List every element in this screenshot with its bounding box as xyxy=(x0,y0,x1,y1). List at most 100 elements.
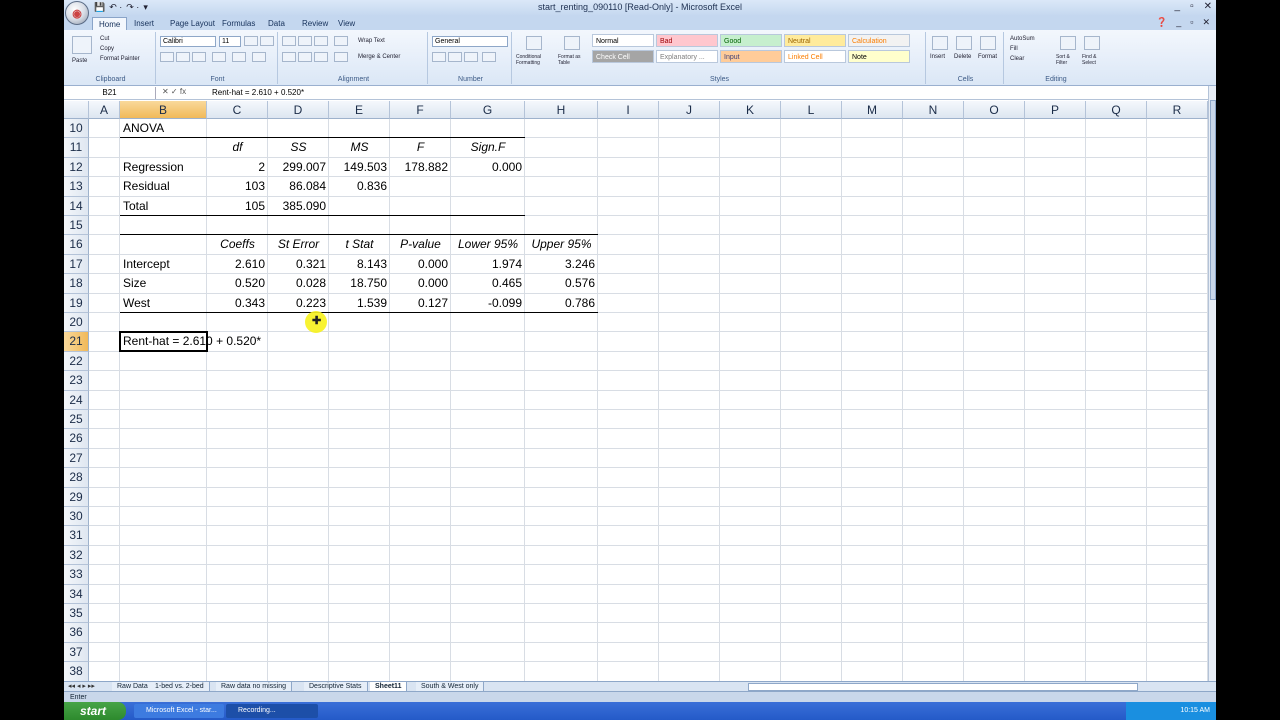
style-neutral[interactable]: Neutral xyxy=(784,34,846,47)
borders-icon[interactable] xyxy=(212,52,226,62)
cell-c18[interactable]: 0.520 xyxy=(207,274,268,293)
delete-cells-icon[interactable] xyxy=(956,36,972,50)
column-header-e[interactable]: E xyxy=(329,101,390,119)
row-header-28[interactable]: 28 xyxy=(64,468,89,488)
align-center-icon[interactable] xyxy=(298,52,312,62)
style-note[interactable]: Note xyxy=(848,50,910,63)
font-name-select[interactable]: Calibri xyxy=(160,36,216,47)
cell-g16[interactable]: Lower 95% xyxy=(451,235,525,254)
row-header-17[interactable]: 17 xyxy=(64,254,89,275)
row-header-18[interactable]: 18 xyxy=(64,274,89,294)
cell-h16[interactable]: Upper 95% xyxy=(525,235,598,254)
comma-icon[interactable] xyxy=(464,52,478,62)
row-header-26[interactable]: 26 xyxy=(64,429,89,449)
cell-e11[interactable]: MS xyxy=(329,138,390,157)
column-header-b[interactable]: B xyxy=(120,101,207,119)
restore-workbook-icon[interactable]: ▫ xyxy=(1190,17,1193,28)
minimize-icon[interactable]: _ xyxy=(1175,1,1181,12)
maximize-icon[interactable]: ▫ xyxy=(1190,1,1194,12)
fill-button[interactable]: Fill xyxy=(1010,46,1018,52)
row-header-37[interactable]: 37 xyxy=(64,642,89,663)
tab-insert[interactable]: Insert xyxy=(128,17,160,30)
fill-color-icon[interactable] xyxy=(232,52,246,62)
column-header-n[interactable]: N xyxy=(903,101,964,119)
format-painter-button[interactable]: Format Painter xyxy=(100,56,140,62)
format-as-table-button[interactable]: Format as Table xyxy=(558,54,588,66)
find-select-button[interactable]: Find & Select xyxy=(1082,54,1106,66)
wrap-text-button[interactable]: Wrap Text xyxy=(358,38,385,44)
column-header-c[interactable]: C xyxy=(207,101,268,119)
style-linked-cell[interactable]: Linked Cell xyxy=(784,50,846,63)
minimize-ribbon-icon[interactable]: _ xyxy=(1176,17,1181,28)
cell-b10[interactable]: ANOVA xyxy=(120,119,164,138)
row-header-14[interactable]: 14 xyxy=(64,196,89,216)
sort-filter-icon[interactable] xyxy=(1060,36,1076,50)
cell-h18[interactable]: 0.576 xyxy=(525,274,598,293)
office-button[interactable]: ◉ xyxy=(65,1,89,25)
cell-c19[interactable]: 0.343 xyxy=(207,294,268,313)
cell-e13[interactable]: 0.836 xyxy=(329,177,390,196)
underline-icon[interactable] xyxy=(192,52,206,62)
cell-g11[interactable]: Sign.F xyxy=(451,138,525,157)
find-select-icon[interactable] xyxy=(1084,36,1100,50)
cell-e18[interactable]: 18.750 xyxy=(329,274,390,293)
align-right-icon[interactable] xyxy=(314,52,328,62)
row-header-13[interactable]: 13 xyxy=(64,177,89,197)
row-header-34[interactable]: 34 xyxy=(64,584,89,604)
cell-e19[interactable]: 1.539 xyxy=(329,294,390,313)
column-header-g[interactable]: G xyxy=(451,101,525,119)
name-box[interactable]: B21 xyxy=(64,87,156,99)
close-icon[interactable]: ✕ xyxy=(1204,1,1212,12)
row-header-29[interactable]: 29 xyxy=(64,487,89,507)
align-middle-icon[interactable] xyxy=(298,36,312,46)
row-header-25[interactable]: 25 xyxy=(64,410,89,430)
cell-d12[interactable]: 299.007 xyxy=(268,158,329,177)
help-icon[interactable]: ❓ xyxy=(1156,17,1167,28)
conditional-formatting-button[interactable]: Conditional Formatting xyxy=(516,54,554,66)
cell-d19[interactable]: 0.223 xyxy=(268,294,329,313)
cell-c16[interactable]: Coeffs xyxy=(207,235,268,254)
cell-d16[interactable]: St Error xyxy=(268,235,329,254)
style-bad[interactable]: Bad xyxy=(656,34,718,47)
row-header-38[interactable]: 38 xyxy=(64,662,89,682)
cell-f19[interactable]: 0.127 xyxy=(390,294,451,313)
cell-h19[interactable]: 0.786 xyxy=(525,294,598,313)
row-header-31[interactable]: 31 xyxy=(64,526,89,546)
align-bottom-icon[interactable] xyxy=(314,36,328,46)
cell-g19[interactable]: -0.099 xyxy=(451,294,525,313)
column-header-j[interactable]: J xyxy=(659,101,720,119)
column-header-r[interactable]: R xyxy=(1147,101,1208,119)
cell-c17[interactable]: 2.610 xyxy=(207,255,268,274)
style-input[interactable]: Input xyxy=(720,50,782,63)
column-header-f[interactable]: F xyxy=(390,101,451,119)
horizontal-scrollbar[interactable] xyxy=(748,683,1138,691)
cell-d13[interactable]: 86.084 xyxy=(268,177,329,196)
column-header-m[interactable]: M xyxy=(842,101,903,119)
row-header-36[interactable]: 36 xyxy=(64,623,89,643)
italic-icon[interactable] xyxy=(176,52,190,62)
row-header-22[interactable]: 22 xyxy=(64,351,89,372)
tab-home[interactable]: Home xyxy=(92,17,128,30)
row-header-20[interactable]: 20 xyxy=(64,313,89,333)
paste-button[interactable]: Paste xyxy=(72,58,87,64)
tab-data[interactable]: Data xyxy=(262,17,291,30)
row-header-11[interactable]: 11 xyxy=(64,138,89,158)
align-left-icon[interactable] xyxy=(282,52,296,62)
font-size-select[interactable]: 11 xyxy=(219,36,241,47)
row-header-27[interactable]: 27 xyxy=(64,448,89,469)
currency-icon[interactable] xyxy=(432,52,446,62)
style-calculation[interactable]: Calculation xyxy=(848,34,910,47)
cell-c11[interactable]: df xyxy=(207,138,268,157)
row-header-19[interactable]: 19 xyxy=(64,293,89,313)
cell-f12[interactable]: 178.882 xyxy=(390,158,451,177)
clear-button[interactable]: Clear xyxy=(1010,56,1024,62)
delete-button[interactable]: Delete xyxy=(954,54,971,60)
formula-input[interactable]: Rent-hat = 2.610 + 0.520* xyxy=(212,87,304,99)
row-header-33[interactable]: 33 xyxy=(64,565,89,585)
cell-g12[interactable]: 0.000 xyxy=(451,158,525,177)
percent-icon[interactable] xyxy=(448,52,462,62)
row-header-32[interactable]: 32 xyxy=(64,545,89,566)
tab-review[interactable]: Review xyxy=(296,17,334,30)
cell-g17[interactable]: 1.974 xyxy=(451,255,525,274)
align-top-icon[interactable] xyxy=(282,36,296,46)
